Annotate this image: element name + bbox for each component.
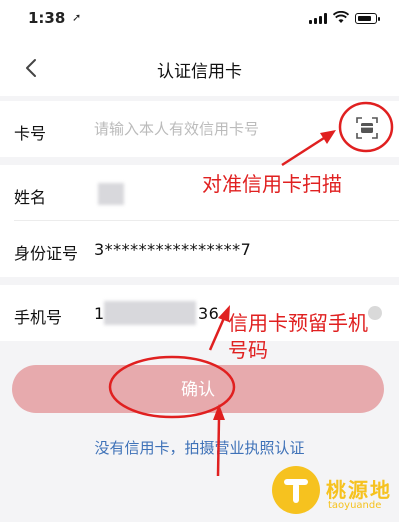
phone-label: 手机号	[14, 308, 63, 327]
card-scan-icon[interactable]	[356, 117, 378, 139]
phone-value-end: 36	[198, 304, 220, 323]
business-license-link[interactable]: 没有信用卡，拍摄营业执照认证	[0, 437, 399, 458]
id-number-value: 3****************7	[94, 240, 252, 259]
cellular-signal-icon	[309, 13, 327, 24]
card-number-label: 卡号	[14, 124, 47, 143]
annotation-scan: 对准信用卡扫描	[202, 172, 342, 196]
name-label: 姓名	[14, 188, 47, 207]
card-number-input[interactable]	[94, 115, 309, 143]
battery-icon	[355, 13, 380, 24]
name-value-blurred	[98, 183, 124, 205]
id-number-row: 身份证号 3****************7	[0, 221, 399, 277]
card-number-row: 卡号	[0, 101, 399, 157]
clear-icon[interactable]	[368, 306, 382, 320]
watermark-name: 桃源地	[326, 478, 392, 502]
status-time: 1:38	[28, 9, 66, 27]
annotation-phone-line2: 号码	[228, 338, 268, 362]
status-bar: 1:38 ➚	[0, 0, 399, 38]
watermark-logo	[272, 466, 320, 514]
id-number-label: 身份证号	[14, 244, 79, 263]
location-icon: ➚	[72, 11, 82, 24]
annotation-phone-line1: 信用卡预留手机	[228, 311, 368, 335]
watermark-domain: taoyuande	[328, 500, 382, 511]
phone-value-blurred	[104, 301, 196, 325]
page-title: 认证信用卡	[157, 62, 242, 82]
nav-bar: 认证信用卡	[0, 38, 399, 96]
wifi-icon	[333, 11, 349, 23]
confirm-button[interactable]: 确认	[12, 365, 384, 413]
